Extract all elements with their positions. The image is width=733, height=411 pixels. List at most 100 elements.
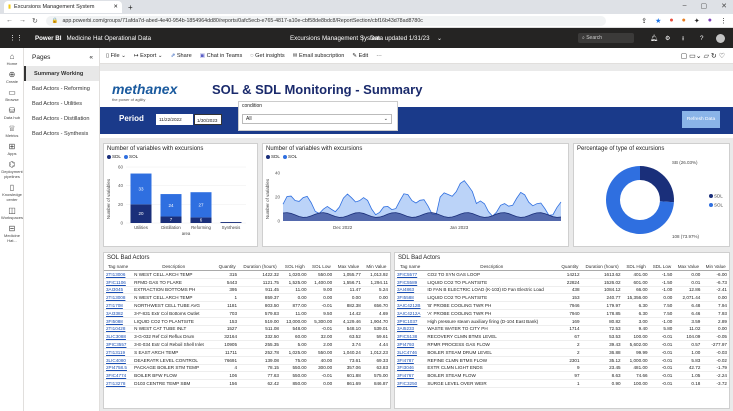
column-header[interactable]: Max Value [674,263,703,271]
table-row[interactable]: 3FIC4774 BOILER BFW FLOW 106 77.63 550.00 -0.… [104,371,390,381]
tag-link[interactable]: 3FIC3250 [395,379,426,388]
table-row[interactable]: 2TI13119 S EAST ARCH TEMP 11711 252.78 1,025… [104,348,390,357]
share-page-icon[interactable]: ⇪ [641,17,647,25]
tag-link[interactable]: 2PI4758.5 [104,364,133,373]
table-row[interactable]: 3AIC4212B 'B' PROBE COOLING TWR PH 7946 179… [395,301,729,310]
tag-link[interactable]: 3AIC4212A [395,309,426,318]
table-row[interactable]: 3FIC3250 SURGE LEVEL OVER WEIR 1 0.90 100.00… [395,379,729,388]
forward-icon[interactable]: → [19,17,26,24]
table-row[interactable]: 2PI4758.5 PACKAGE BOILER STM TEMP 4 78.15 55… [104,364,390,373]
tag-link[interactable]: 2TI13006 [104,270,133,279]
tag-link[interactable]: 2TI13119 [104,348,133,357]
rail-current-workspace[interactable]: ⊟ Medicine Hat... [0,224,24,243]
close-tab-icon[interactable]: ✕ [113,4,118,10]
tag-link[interactable]: 3AIC4212B [395,301,426,310]
table-row[interactable]: 3AI3382 3-F-831 Extr Col Bottoms Outlet 70… [104,309,390,318]
download-icon[interactable]: ⭳ [682,33,684,44]
tag-link[interactable]: 3FI4787 [395,356,426,365]
edit-button[interactable]: ✎ Edit [352,53,368,59]
tag-link[interactable]: 2TI10428 [104,325,133,334]
page-synthesis[interactable]: Bad Actors - Synthesis [24,126,99,141]
tag-link[interactable]: 3FI5588 [395,293,426,303]
view-options[interactable]: ▢ ▭⌄ ▱ ↻ ♡ [681,52,725,60]
column-header[interactable]: Duration (hours) [581,263,623,271]
page-distillation[interactable]: Bad Actors - Distillation [24,111,99,126]
table-row[interactable]: 3FIC5577 CO2 TO SYN GAS LOOP 14212 1613.62 4… [395,270,729,279]
page-utilities[interactable]: Bad Actors - Utilities [24,96,99,111]
table-row[interactable]: 3LIC3088 3-G-032 Ref Col Reflux Drum 32164… [104,332,390,342]
table-row[interactable]: 2TI1708 NORTHWEST CELL TUBE AVG 1181 803.50… [104,301,390,310]
close-window-icon[interactable]: ✕ [721,2,727,10]
new-tab-button[interactable]: + [128,3,133,12]
app-name[interactable]: Power BI [35,35,61,42]
table-row[interactable]: 3AIC4212A 'A' PROBE COOLING TWR PH 7940 178… [395,309,729,318]
data-updated[interactable]: Data updated 1/31/23 [370,35,430,42]
more-options-icon[interactable]: ··· [376,53,382,59]
chevron-down-icon[interactable]: ⌄ [437,35,442,42]
table-row[interactable]: 2TI13278 D103 CENTRE TEMP SBM 156 62.42 850.… [104,379,390,388]
tag-link[interactable]: 3FIC4774 [104,371,133,381]
rail-knowledge[interactable]: ▯ Knowledge center [0,183,24,202]
extension-icon[interactable]: ● [669,17,673,25]
app-launcher-icon[interactable]: ⋮⋮ [9,34,23,42]
column-header[interactable]: SDL High [622,263,650,271]
tag-link[interactable]: 3AI3382 [104,309,133,318]
tag-link[interactable]: 3LIC4080 [104,356,133,365]
table-row[interactable]: 3FI5588 LIQUID CO2 TO PLANTSITE 153 240.77 1… [395,293,729,303]
table-row[interactable]: 3FIC5589 LIQUID CO2 TO PLANTSITE 22824 1526… [395,278,729,287]
workspace-name[interactable]: Medicine Hat Operational Data [66,35,151,42]
teams-chat-button[interactable]: ▣ Chat in Teams [200,53,243,59]
rail-apps[interactable]: ⊞ Apps [0,142,24,156]
column-header[interactable]: Duration (hours) [239,263,281,271]
column-header[interactable]: SOL Low [308,263,335,271]
chart-line-over-time[interactable]: Number of variables with excursions SDL … [262,143,569,247]
refresh-button[interactable]: Refresh Data [682,111,720,128]
address-bar[interactable]: 🔒 app.powerbi.com/groups/71afda7d-abed-4… [45,15,606,26]
table-row[interactable]: 3FI3046 EXTR CLMN LIGHT ENDS 9 23.45 481.00-… [395,364,729,373]
column-header[interactable]: Max Value [334,263,363,271]
menu-dots-icon[interactable]: ⋮ [720,17,727,25]
maximize-icon[interactable]: ▢ [701,2,708,10]
page-summary[interactable]: Summary Working [24,66,99,81]
tag-link[interactable]: 3LIC3088 [104,332,133,342]
tag-link[interactable]: 3FI4767 [395,371,426,381]
puzzle-icon[interactable]: ✦ [694,17,700,25]
table-row[interactable]: 3PI4793 RFMR PROCESS GAS FLOW 2 39.43 5,602.… [395,340,729,349]
user-avatar[interactable] [716,33,725,43]
tag-link[interactable]: 3FI5088 [104,317,133,326]
table-row[interactable]: 3PIC3557 3-E-034 Extr Col Reboil Shell In… [104,340,390,349]
rail-browse[interactable]: ▭ Browse [0,88,24,102]
column-header[interactable]: Quantity [558,263,582,271]
reload-icon[interactable]: ↻ [32,17,38,25]
tag-link[interactable]: 3FIC5138 [395,332,426,342]
table-row[interactable]: 3AI3045 EXTRACTION BOTTOMS PH 395 911.45 11.… [104,286,390,295]
tag-link[interactable]: 3PIC1037 [395,317,426,326]
table-row[interactable]: 3LIC4746 BOILER STEAM DRUM LEVEL 2 36.88 99.… [395,348,729,357]
browser-tab[interactable]: ▮ Excursions Management System ✕ [4,1,122,13]
chart-donut-percentage[interactable]: Percentage of type of excursions SB (26.… [573,143,730,247]
chart-bar-by-area[interactable]: Number of variables with excursions SDL … [103,143,258,247]
column-header[interactable]: SOL High [280,263,309,271]
rail-workspaces[interactable]: ◫ Workspaces [0,206,24,220]
table-row[interactable]: 2TI13006 N WEST CELL ARCH TEMP 315 1422.32 1… [104,270,390,279]
tag-link[interactable]: 3LIC4746 [395,348,426,357]
table-row[interactable]: 3PIC1037 High pressure steam auxiliary fi… [395,317,729,326]
help-icon[interactable]: ? [700,35,703,42]
share-button[interactable]: ⇗ Share [171,53,192,59]
minimize-icon[interactable]: – [683,2,687,10]
table-row[interactable]: 3LIC4080 DEAERATR LEVEL CONTROL 76691 139.0… [104,356,390,365]
tag-link[interactable]: 2TI13008 [104,293,133,303]
column-header[interactable]: Tag name [104,263,133,271]
settings-icon[interactable]: ⚙ [665,35,671,42]
table-row[interactable]: 3AI4863 ID FAN B ELECTRIC LOAD (K-103) ID… [395,286,729,295]
column-header[interactable]: Quantity [215,263,240,271]
profile-avatar[interactable]: ● [708,17,712,25]
column-header[interactable]: Min Value [702,263,729,271]
tag-link[interactable]: 3FIC1106 [104,278,133,287]
table-row[interactable]: 3AI5233 WASTE WATER TO CITY PH 1714 72.53 9.… [395,325,729,334]
rail-metrics[interactable]: ♕ Metrics [0,124,24,138]
rail-create[interactable]: ⊕ Create [0,70,24,84]
table-row[interactable]: 2TI10428 N WEST CAT TUBE INLT 1527 511.08 54… [104,325,390,334]
bookmark-star-icon[interactable]: ★ [655,17,661,25]
column-header[interactable]: SDL Low [649,263,675,271]
